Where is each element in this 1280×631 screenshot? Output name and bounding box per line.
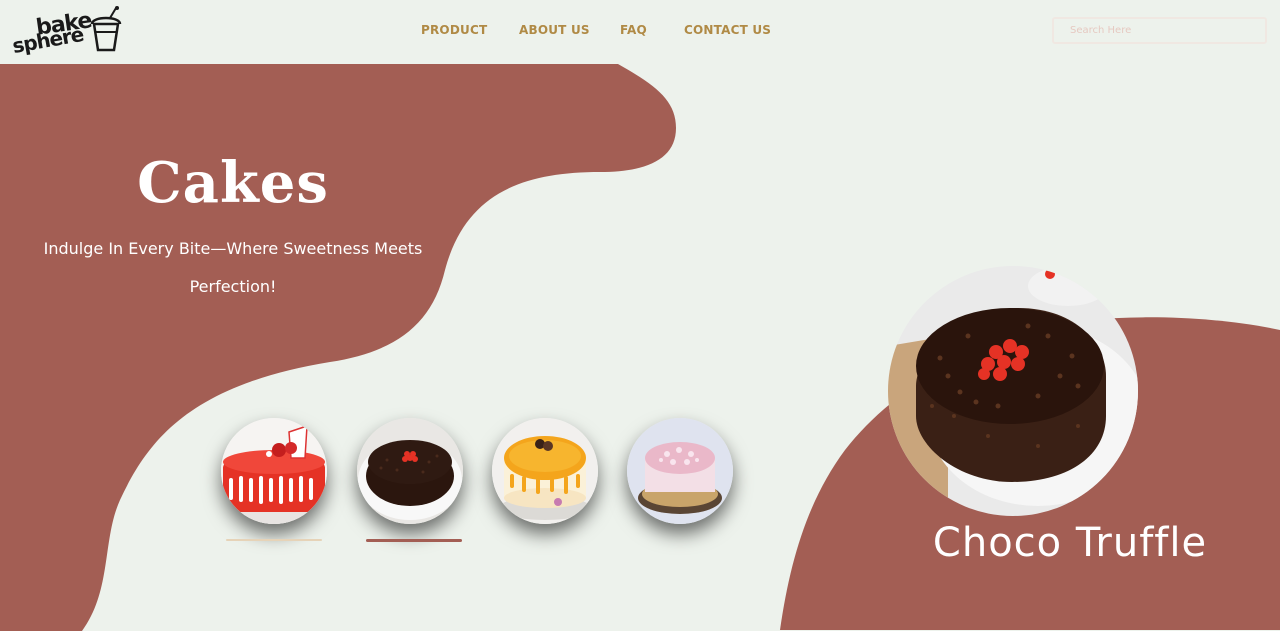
red-velvet-cake-image [221,418,327,524]
nav-about-us[interactable]: ABOUT US [519,23,590,37]
cake-thumbnail-red-velvet[interactable] [221,418,327,524]
cake-thumbnail-mango[interactable] [492,418,598,524]
search-input[interactable] [1052,17,1267,44]
nav-product[interactable]: PRODUCT [421,23,487,37]
thumbnail-indicator-1 [226,539,322,541]
cake-thumbnail-choco-truffle[interactable] [357,418,463,524]
mango-cake-image [492,418,598,524]
logo-text-bottom: sphere [10,21,85,59]
nav-faq[interactable]: FAQ [620,23,647,37]
choco-truffle-small-image [357,418,463,524]
featured-cake-name: Choco Truffle [932,520,1208,566]
cake-thumbnail-pink[interactable] [627,418,733,524]
hero-title: Cakes [137,150,329,216]
pink-cake-image [627,418,733,524]
brand-logo[interactable]: bake sphere [10,0,122,64]
choco-truffle-large-image [888,266,1138,516]
thumbnail-indicator-active [366,539,462,542]
featured-cake-image [888,266,1138,516]
hero-subtitle: Indulge In Every Bite—Where Sweetness Me… [43,239,423,296]
nav-contact-us[interactable]: CONTACT US [684,23,771,37]
cup-icon [90,6,122,52]
